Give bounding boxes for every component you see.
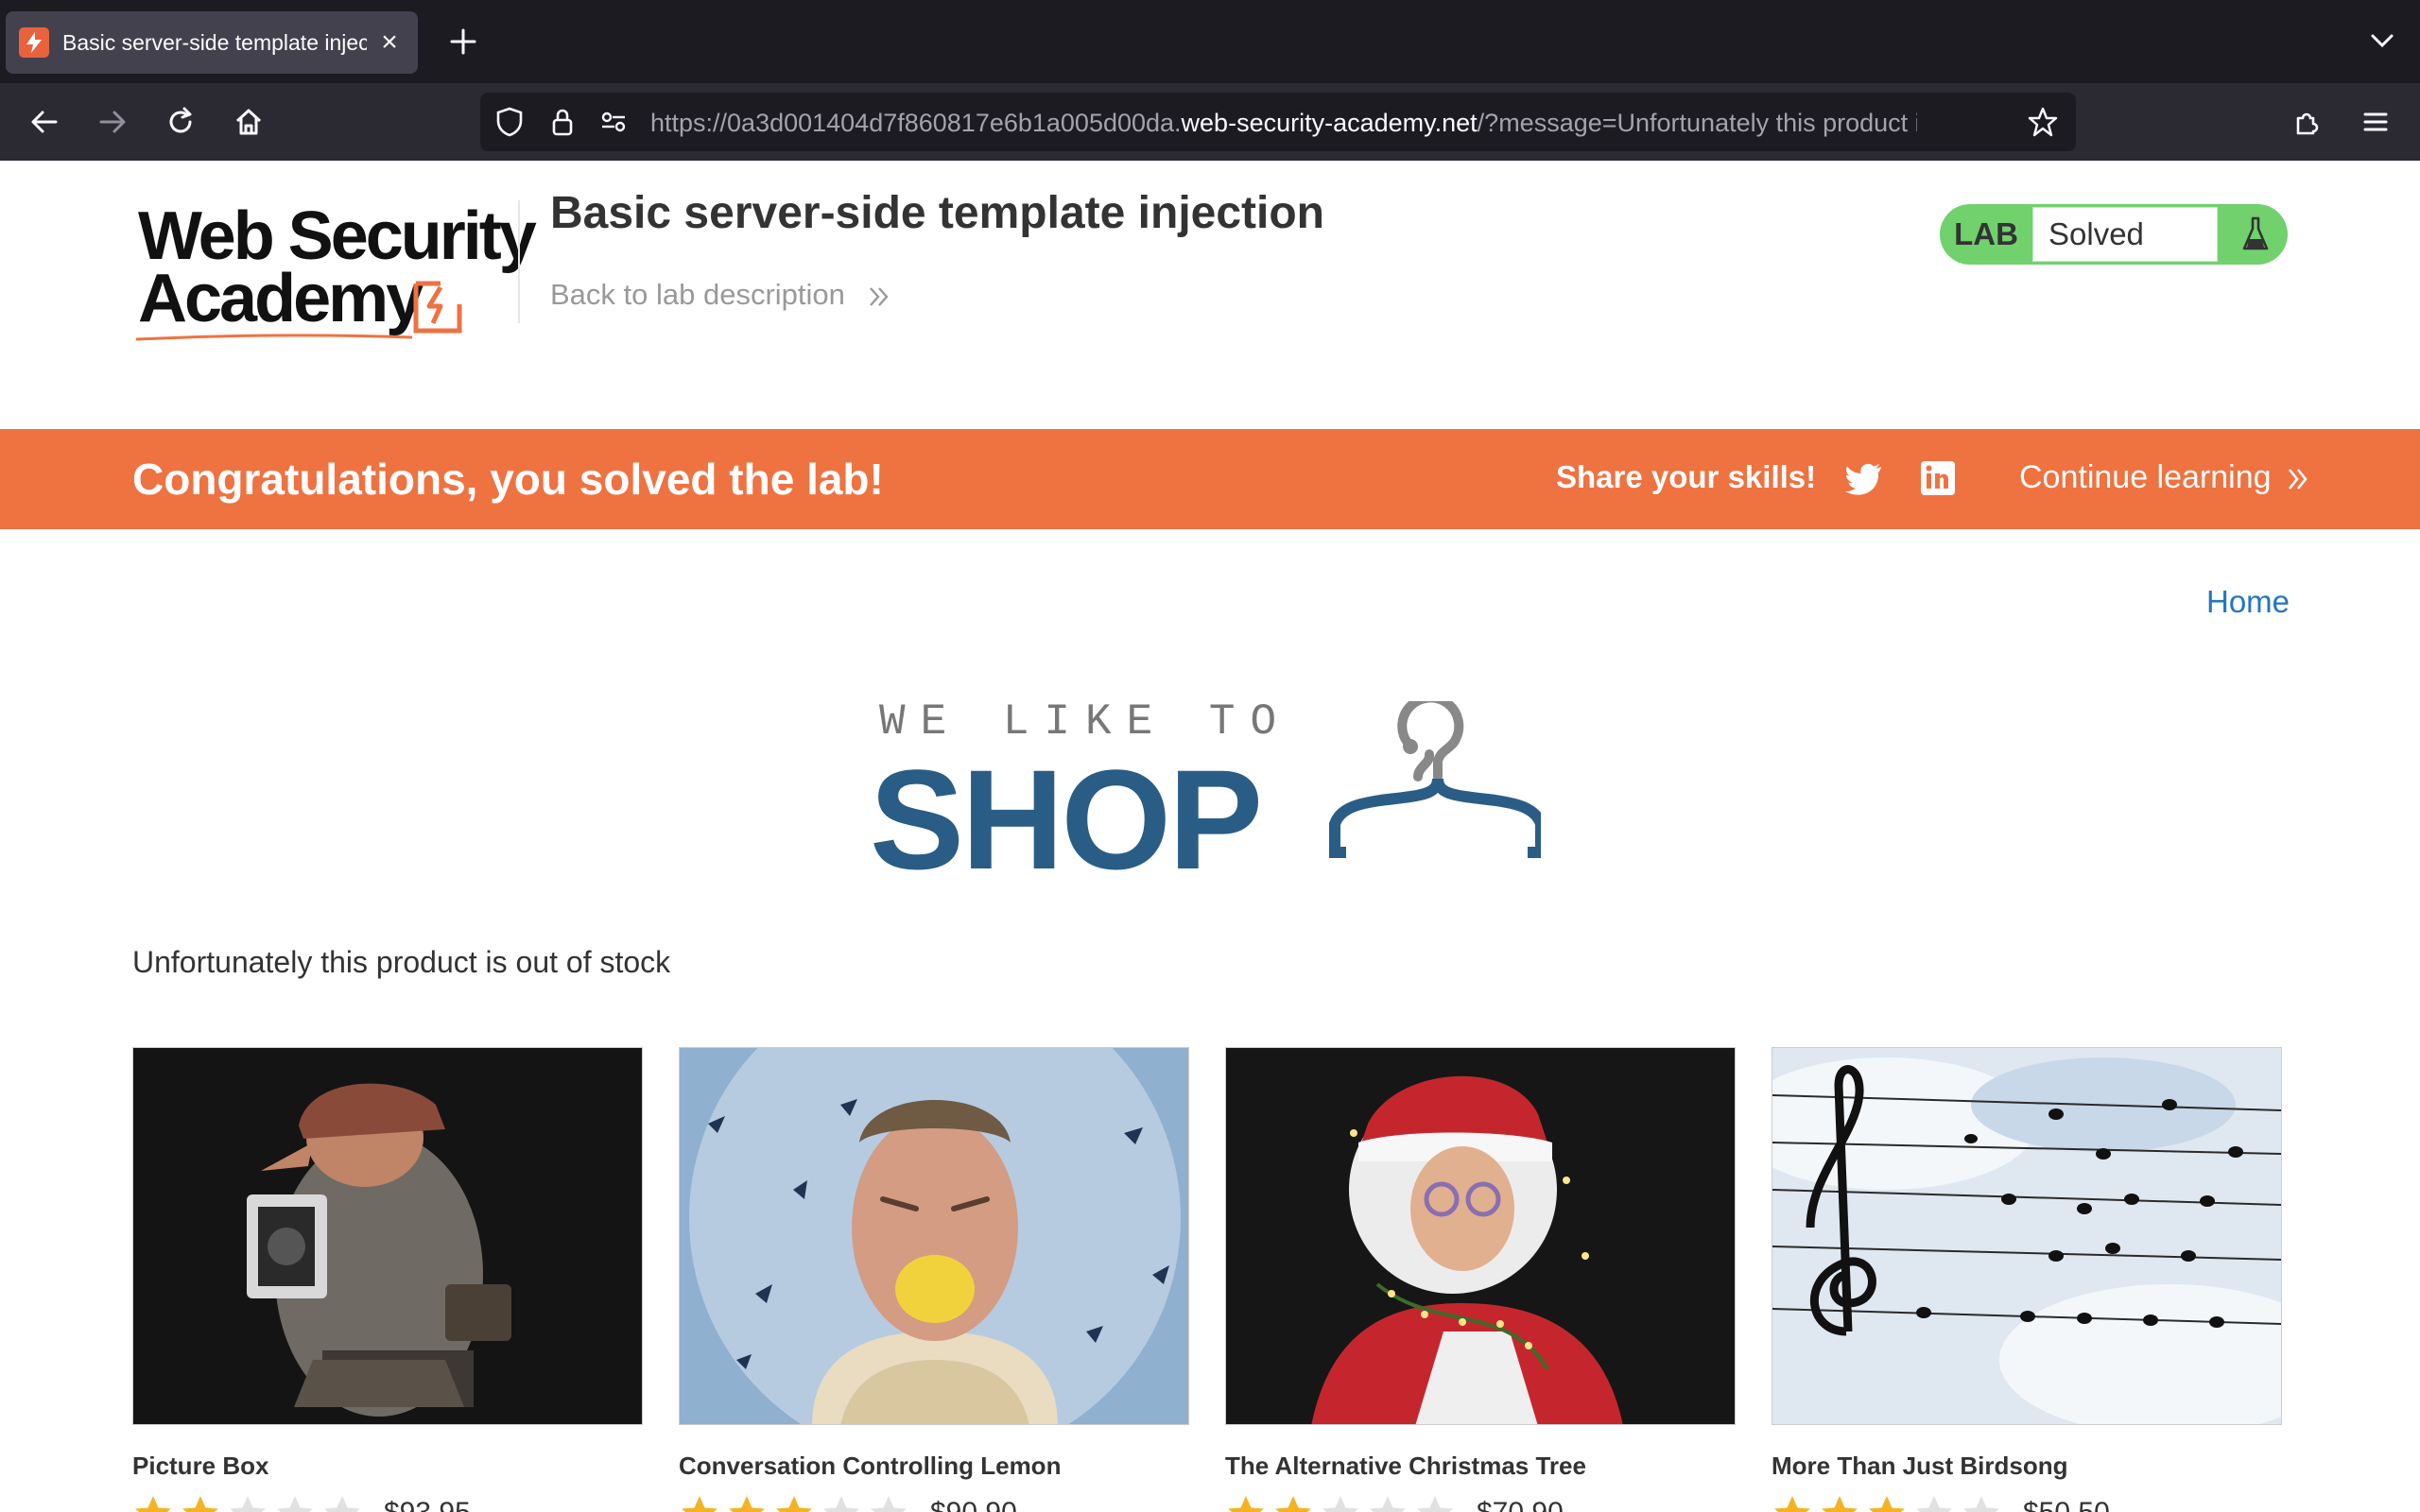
chevron-down-icon[interactable] bbox=[2363, 25, 2401, 59]
lab-status-value: Solved bbox=[2032, 207, 2218, 262]
star-filled-icon bbox=[1822, 1496, 1858, 1512]
star-empty-icon bbox=[1370, 1496, 1406, 1512]
product-name[interactable]: Conversation Controlling Lemon bbox=[679, 1452, 1189, 1481]
star-filled-icon bbox=[1228, 1496, 1264, 1512]
home-link[interactable]: Home bbox=[2206, 584, 2290, 620]
product-price: $90.90 bbox=[930, 1497, 1017, 1512]
back-to-lab-description-link[interactable]: Back to lab description bbox=[550, 278, 891, 312]
star-filled-icon bbox=[1774, 1496, 1810, 1512]
product-image[interactable] bbox=[1225, 1047, 1736, 1425]
share-skills-label: Share your skills! bbox=[1556, 459, 1817, 494]
twitter-icon[interactable] bbox=[1843, 457, 1885, 499]
star-empty-icon bbox=[1417, 1496, 1453, 1512]
star-filled-icon bbox=[776, 1496, 812, 1512]
product-rating: $93.95 bbox=[132, 1494, 643, 1512]
bookmark-star-icon[interactable] bbox=[2027, 106, 2059, 138]
shop-logo: WE LIKE TO SHOP bbox=[870, 690, 1550, 899]
lock-icon[interactable] bbox=[546, 106, 579, 138]
product-name[interactable]: More Than Just Birdsong bbox=[1772, 1452, 2282, 1481]
extensions-icon[interactable] bbox=[2286, 100, 2329, 144]
url-text[interactable]: https://0a3d001404d7f860817e6b1a005d00da… bbox=[650, 108, 1917, 138]
product-price: $70.90 bbox=[1477, 1497, 1564, 1512]
star-filled-icon bbox=[682, 1496, 717, 1512]
star-empty-icon bbox=[324, 1496, 360, 1512]
double-chevron-right-icon bbox=[2288, 469, 2308, 490]
browser-nav-bar: https://0a3d001404d7f860817e6b1a005d00da… bbox=[0, 83, 2420, 161]
flask-icon bbox=[2223, 204, 2288, 265]
product-price: $93.95 bbox=[384, 1497, 471, 1512]
hanger-icon bbox=[1329, 701, 1541, 858]
product-card[interactable]: More Than Just Birdsong $50.50 bbox=[1772, 1047, 2282, 1512]
browser-tab-bar: Basic server-side template injection × bbox=[0, 0, 2420, 83]
product-image[interactable] bbox=[1772, 1047, 2282, 1425]
address-bar[interactable]: https://0a3d001404d7f860817e6b1a005d00da… bbox=[480, 93, 2076, 151]
product-rating: $90.90 bbox=[679, 1494, 1189, 1512]
lab-title: Basic server-side template injection bbox=[550, 188, 1324, 238]
tab-title: Basic server-side template injection bbox=[62, 29, 367, 55]
product-price: $50.50 bbox=[2023, 1497, 2110, 1512]
product-card[interactable]: Picture Box $93.95 bbox=[132, 1047, 643, 1512]
double-chevron-right-icon bbox=[869, 287, 889, 306]
browser-tab[interactable]: Basic server-side template injection × bbox=[6, 11, 418, 74]
forward-arrow-icon[interactable] bbox=[91, 100, 134, 144]
star-filled-icon bbox=[1275, 1496, 1311, 1512]
star-filled-icon bbox=[1869, 1496, 1905, 1512]
menu-icon[interactable] bbox=[2354, 100, 2397, 144]
product-card[interactable]: The Alternative Christmas Tree $70.90 bbox=[1225, 1047, 1736, 1512]
lab-status-widget: LAB Solved bbox=[1940, 204, 2288, 265]
continue-learning-link[interactable]: Continue learning bbox=[2019, 459, 2310, 496]
lab-header: Web Security Academy Basic server-side t… bbox=[0, 161, 2420, 429]
solved-message: Congratulations, you solved the lab! bbox=[132, 455, 884, 504]
star-filled-icon bbox=[182, 1496, 218, 1512]
product-image[interactable] bbox=[132, 1047, 643, 1425]
header-divider bbox=[518, 200, 520, 323]
site-permissions-icon[interactable] bbox=[597, 106, 630, 138]
continue-learning-label: Continue learning bbox=[2019, 459, 2272, 495]
reload-icon[interactable] bbox=[159, 100, 202, 144]
product-name[interactable]: Picture Box bbox=[132, 1452, 643, 1481]
star-empty-icon bbox=[277, 1496, 313, 1512]
back-arrow-icon[interactable] bbox=[23, 100, 66, 144]
back-link-label: Back to lab description bbox=[550, 278, 845, 311]
url-path: /?message=Unfortunately this product is … bbox=[1477, 109, 1917, 137]
star-filled-icon bbox=[135, 1496, 171, 1512]
product-image[interactable] bbox=[679, 1047, 1189, 1425]
lab-status-label: LAB bbox=[1954, 216, 2018, 251]
academy-bolt-icon bbox=[413, 281, 462, 334]
out-of-stock-message: Unfortunately this product is out of sto… bbox=[132, 945, 671, 979]
product-name[interactable]: The Alternative Christmas Tree bbox=[1225, 1452, 1736, 1481]
linkedin-icon[interactable] bbox=[1917, 457, 1959, 499]
portswigger-favicon-icon bbox=[19, 27, 49, 58]
home-icon[interactable] bbox=[227, 100, 270, 144]
lab-solved-banner: Congratulations, you solved the lab! Sha… bbox=[0, 429, 2420, 529]
shield-icon[interactable] bbox=[493, 106, 526, 138]
url-prefix: https://0a3d001404d7f860817e6b1a005d00da… bbox=[650, 109, 1182, 137]
logo-underline-icon bbox=[135, 334, 413, 341]
product-rating: $50.50 bbox=[1772, 1494, 2282, 1512]
url-host: web-security-academy.net bbox=[1181, 109, 1478, 137]
logo-line2: Academy bbox=[138, 261, 424, 336]
star-empty-icon bbox=[823, 1496, 859, 1512]
web-security-academy-logo[interactable]: Web Security Academy bbox=[132, 198, 537, 341]
star-empty-icon bbox=[1963, 1496, 1999, 1512]
star-empty-icon bbox=[1322, 1496, 1358, 1512]
product-card[interactable]: Conversation Controlling Lemon $90.90 bbox=[679, 1047, 1189, 1512]
tab-close-icon[interactable]: × bbox=[374, 26, 405, 59]
shop-wordmark: SHOP bbox=[870, 740, 1263, 899]
new-tab-icon[interactable] bbox=[444, 21, 482, 62]
star-empty-icon bbox=[871, 1496, 907, 1512]
star-empty-icon bbox=[1916, 1496, 1952, 1512]
product-rating: $70.90 bbox=[1225, 1494, 1736, 1512]
star-filled-icon bbox=[729, 1496, 765, 1512]
star-empty-icon bbox=[230, 1496, 266, 1512]
